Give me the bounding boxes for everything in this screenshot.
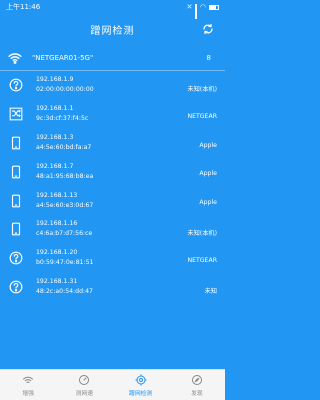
device-ip: 192.168.1.31 [36, 277, 78, 285]
speedometer-icon [78, 374, 90, 388]
device-ip: 192.168.1.7 [36, 162, 74, 170]
device-row[interactable]: 192.168.1.13 a4:5e:60:e3:0d:67 Apple [0, 186, 225, 215]
refresh-button[interactable] [201, 22, 215, 36]
device-row[interactable]: 192.168.1.9 02:00:00:00:00:00 未知(本机) [0, 71, 225, 100]
refresh-icon [203, 23, 213, 35]
device-vendor: NETGEAR [187, 112, 217, 120]
device-mac: 48:a1:95:68:b8:ea [36, 172, 94, 180]
nav-item-1[interactable]: 测网速 [56, 370, 112, 400]
status-time: 上午11:46 [6, 3, 41, 11]
device-list: 192.168.1.9 02:00:00:00:00:00 未知(本机) 192.16… [0, 71, 225, 301]
device-info: 192.168.1.7 48:a1:95:68:b8:ea [36, 162, 217, 182]
wifi-status-icon: ◠ [199, 3, 206, 11]
phone-icon [8, 193, 24, 209]
phone-icon [8, 164, 24, 180]
page-title: 蹭网检测 [90, 25, 135, 37]
device-vendor: 未知(本机) [187, 229, 217, 237]
nav-label: 增强 [22, 390, 34, 397]
router-icon [8, 106, 24, 122]
device-vendor: NETGEAR [187, 256, 217, 264]
device-row[interactable]: 192.168.1.16 c4:6a:b7:d7:56:ce 未知(本机) [0, 215, 225, 244]
device-mac: a4:5e:60:e3:0d:67 [36, 201, 94, 209]
device-row[interactable]: 192.168.1.7 48:a1:95:68:b8:ea Apple [0, 157, 225, 186]
device-row[interactable]: 192.168.1.1 9c:3d:cf:37:f4:5c NETGEAR [0, 100, 225, 129]
unknown-device-icon [8, 77, 24, 93]
device-vendor: 未知 [204, 287, 217, 295]
compass-icon [191, 374, 203, 388]
device-count: 8 [206, 54, 211, 62]
device-vendor: Apple [199, 199, 217, 207]
device-ip: 192.168.1.13 [36, 191, 78, 199]
device-vendor: 未知(本机) [187, 86, 217, 93]
nav-item-3[interactable]: 发现 [169, 370, 225, 400]
device-vendor: Apple [199, 170, 217, 178]
device-ip: 192.168.1.3 [36, 133, 74, 141]
device-info: 192.168.1.3 a4:5e:60:bd:fa:a7 [36, 133, 217, 153]
wifi-boost-icon [22, 374, 34, 388]
wifi-icon [8, 53, 22, 64]
nav-label: 测网速 [75, 390, 94, 397]
device-vendor: Apple [199, 141, 217, 149]
phone-icon [8, 221, 24, 237]
device-info: 192.168.1.13 a4:5e:60:e3:0d:67 [36, 191, 217, 211]
device-mac: a4:5e:60:bd:fa:a7 [36, 143, 92, 151]
unknown-device-icon [8, 279, 24, 295]
status-icons: ✕ ◠ [186, 3, 219, 19]
title-bar: 蹭网检测 [0, 14, 225, 44]
nav-label: 蹭网检测 [129, 390, 153, 397]
phone-icon [8, 135, 24, 151]
status-bar: 上午11:46 ✕ ◠ [0, 0, 225, 19]
device-row[interactable]: 192.168.1.3 a4:5e:60:bd:fa:a7 Apple [0, 129, 225, 158]
network-ssid: "NETGEAR01-5G" [32, 54, 94, 62]
device-mac: 48:2c:a0:54:dd:47 [36, 287, 93, 295]
nav-label: 发现 [191, 390, 203, 397]
battery-icon [209, 4, 219, 10]
mute-icon: ✕ [186, 3, 193, 11]
device-row[interactable]: 192.168.1.31 48:2c:a0:54:dd:47 未知 [0, 273, 225, 302]
device-info: 192.168.1.31 48:2c:a0:54:dd:47 [36, 277, 217, 297]
device-row[interactable]: 192.168.1.20 b0:59:47:0e:81:51 NETGEAR [0, 244, 225, 273]
network-row: "NETGEAR01-5G" 8 [0, 46, 225, 70]
nav-item-2[interactable]: 蹭网检测 [113, 370, 169, 400]
bottom-nav: 增强 测网速 蹭网检测 发现 [0, 369, 225, 400]
nav-item-0[interactable]: 增强 [0, 370, 56, 400]
target-icon [135, 374, 147, 388]
signal-icon [195, 4, 197, 19]
unknown-device-icon [8, 250, 24, 266]
